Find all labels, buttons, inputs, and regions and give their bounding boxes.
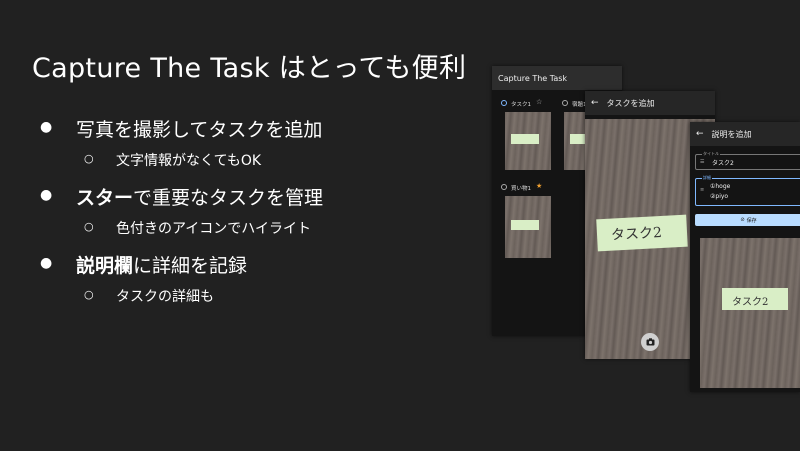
star-filled-icon[interactable]: ★	[536, 182, 542, 190]
bullet-dot-icon: ●	[40, 255, 53, 271]
note-text: タスク2	[732, 297, 769, 308]
task-check-radio[interactable]	[501, 100, 507, 106]
bullet-text: 説明欄に詳細を記録	[76, 251, 247, 278]
task-title: 買い物1	[511, 186, 531, 192]
bullet-dot-icon: ●	[40, 119, 53, 135]
title-icon: ☰	[700, 159, 705, 165]
bullet-text: 写真を撮影してタスクを追加	[76, 118, 323, 141]
bullet-dot-icon: ●	[40, 187, 53, 203]
sub-bullet-item: ○ タスクの詳細も	[36, 284, 456, 310]
back-arrow-icon[interactable]: ←	[696, 129, 704, 139]
sticky-note: タスク2	[596, 214, 688, 252]
task-title: タスク1	[511, 102, 531, 108]
camera-button[interactable]	[641, 333, 659, 351]
detail-field-label: 詳細	[702, 175, 712, 181]
title-field-label: タイトル	[702, 151, 720, 157]
camera-icon	[646, 338, 654, 346]
detail-line-1: ①hoge	[710, 183, 731, 190]
bullet-item: ● スターで重要なタスクを管理	[36, 178, 456, 214]
sub-bullet-ring-icon: ○	[84, 288, 94, 301]
bullet-list: ● 写真を撮影してタスクを追加 ○ 文字情報がなくてもOK ● スターで重要なタ…	[36, 110, 456, 314]
note-text: タスク2	[610, 224, 663, 244]
sub-bullet-text: 色付きのアイコンでハイライト	[116, 221, 312, 237]
sub-bullet-text: タスクの詳細も	[116, 289, 214, 305]
bullet-bold: スター	[76, 186, 134, 209]
bullet-rest: で重要なタスクを管理	[133, 186, 324, 209]
bullet-rest: に詳細を記録	[133, 254, 248, 277]
sticky-note	[511, 134, 539, 144]
sub-bullet-item: ○ 文字情報がなくてもOK	[36, 148, 456, 174]
task-photo: タスク2	[700, 238, 800, 388]
task-thumbnail[interactable]	[505, 196, 551, 258]
screen-title: 説明を追加	[711, 129, 752, 139]
app-title: Capture The Task	[498, 73, 568, 83]
detail-icon: ≡	[700, 187, 705, 193]
app-bar: ← タスクを追加	[585, 91, 715, 115]
sub-bullet-ring-icon: ○	[84, 220, 94, 233]
check-circle-icon: ⊘	[740, 217, 745, 223]
bullet-item: ● 説明欄に詳細を記録	[36, 246, 456, 282]
app-bar: ← 説明を追加	[690, 122, 800, 146]
task-thumbnail[interactable]	[505, 112, 551, 170]
app-bar: Capture The Task	[492, 66, 622, 90]
sticky-note	[511, 220, 539, 230]
sub-bullet-item: ○ 色付きのアイコンでハイライト	[36, 216, 456, 242]
task-check-radio[interactable]	[562, 100, 568, 106]
sub-bullet-text: 文字情報がなくてもOK	[116, 153, 262, 169]
star-outline-icon[interactable]: ☆	[536, 98, 542, 106]
detail-field[interactable]: 詳細 ≡ ①hoge ②piyo	[695, 175, 800, 206]
back-arrow-icon[interactable]: ←	[591, 98, 599, 108]
save-label: 保存	[746, 217, 757, 224]
bullet-item: ● 写真を撮影してタスクを追加	[36, 110, 456, 146]
title-field[interactable]: タイトル ☰ タスク2	[695, 151, 800, 170]
bullet-text: スターで重要なタスクを管理	[76, 183, 323, 210]
sub-bullet-ring-icon: ○	[84, 152, 94, 165]
bullet-bold: 説明欄	[76, 254, 134, 277]
task-check-radio[interactable]	[501, 184, 507, 190]
title-field-value: タスク2	[712, 160, 734, 167]
sticky-note: タスク2	[722, 288, 788, 310]
detail-line-2: ②piyo	[710, 193, 729, 200]
slide-title: Capture The Task はとっても便利	[32, 53, 467, 84]
screen-title: タスクを追加	[606, 98, 655, 108]
phone-add-description-screen: ← 説明を追加 タイトル ☰ タスク2 詳細 ≡ ①hoge ②piyo ⊘ 保…	[690, 122, 800, 392]
save-button[interactable]: ⊘ 保存	[695, 214, 800, 226]
